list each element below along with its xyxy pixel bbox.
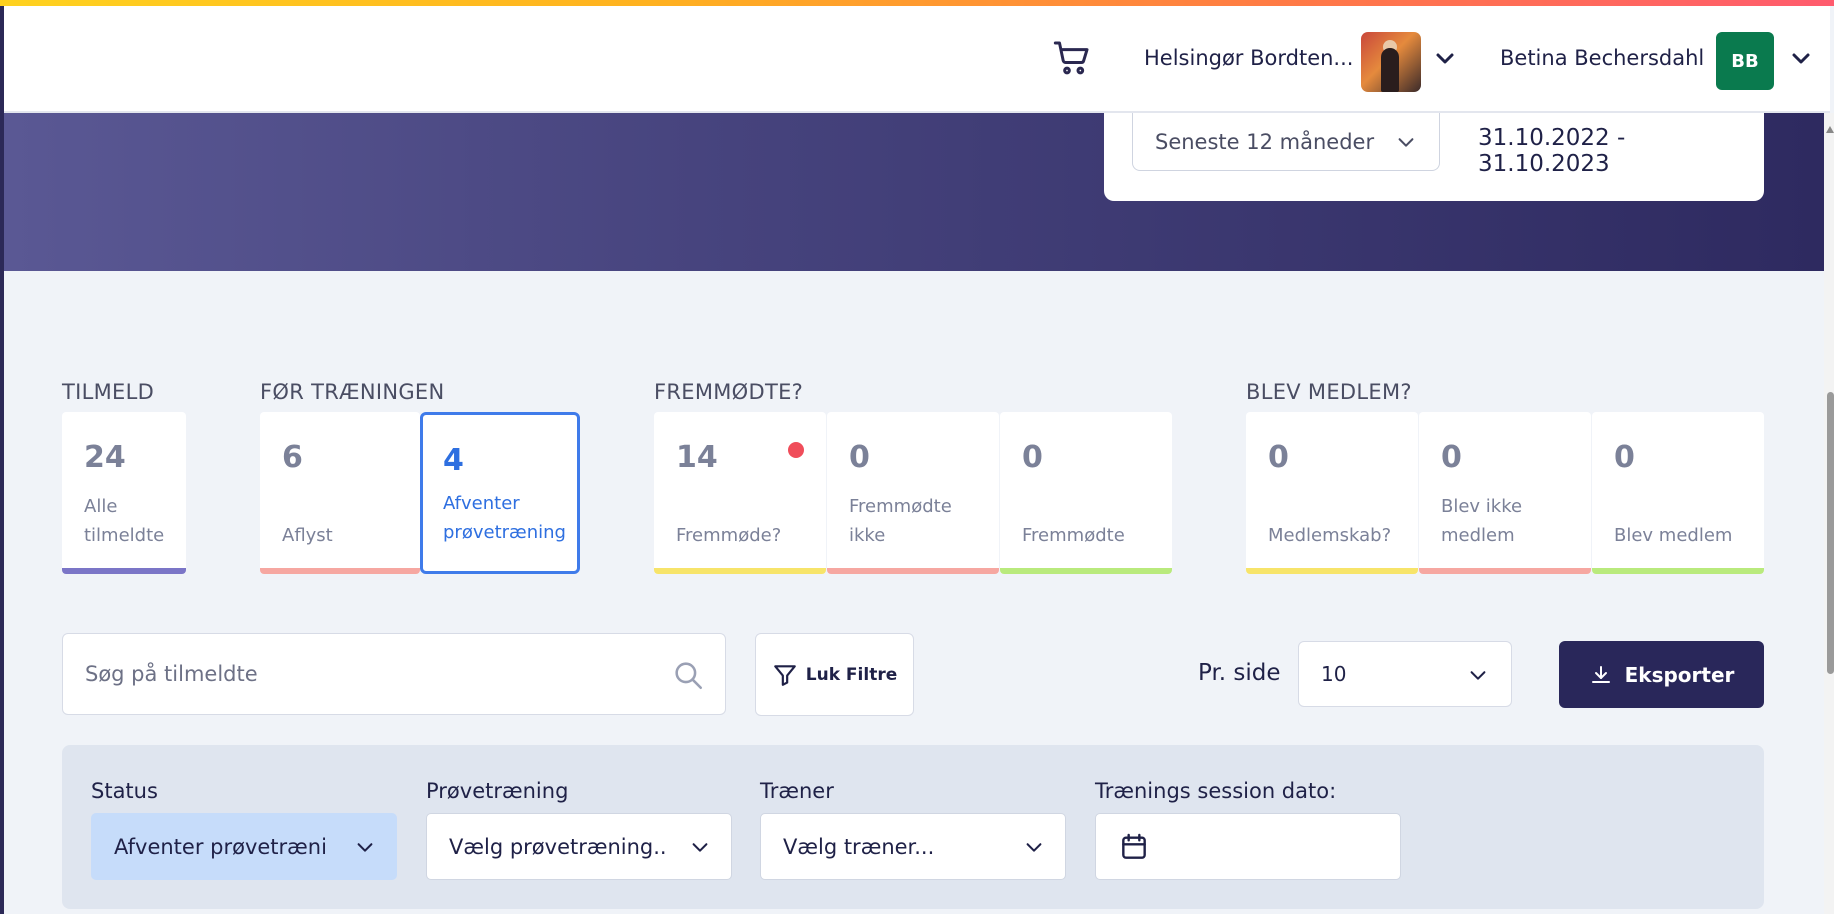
user-menu-button[interactable]	[1786, 44, 1816, 74]
stat-label: Fremmødte	[1022, 525, 1125, 546]
download-icon	[1591, 665, 1610, 683]
stat-bar	[1000, 568, 1172, 574]
stat-card-aflyst[interactable]: 6 Aflyst	[260, 412, 420, 574]
trial-select-value: Vælg prøvetræning..	[449, 834, 667, 859]
per-page-select[interactable]: 10	[1298, 641, 1512, 707]
stat-label: Medlemskab?	[1268, 525, 1392, 546]
export-button[interactable]: Eksporter	[1559, 641, 1764, 708]
filter-icon	[773, 664, 796, 686]
cart-button[interactable]	[1050, 36, 1094, 80]
filters-panel: Status Afventer prøvetræni Prøvetræning …	[62, 745, 1764, 909]
chevron-down-icon	[1398, 138, 1414, 147]
stat-value: 0	[849, 440, 870, 475]
stat-bar	[62, 568, 186, 574]
chevron-down-icon	[1470, 671, 1486, 680]
close-filters-button[interactable]: Luk Filtre	[755, 633, 914, 716]
stat-card-fremmoedte[interactable]: 0 Fremmødte	[1000, 412, 1172, 574]
scroll-up-icon[interactable]	[1826, 126, 1834, 133]
top-header: Helsingør Bordten... Betina Bechersdahl …	[4, 6, 1830, 113]
stat-label: Blev medlem	[1614, 525, 1733, 546]
chevron-down-icon	[354, 836, 376, 858]
stat-bar	[1419, 568, 1591, 574]
status-select[interactable]: Afventer prøvetræni	[91, 813, 397, 880]
stat-card-medlemskab[interactable]: 0 Medlemskab?	[1246, 412, 1418, 574]
stat-card-blev-medlem[interactable]: 0 Blev medlem	[1592, 412, 1764, 574]
stat-card-fremmoedte-ikke[interactable]: 0 Fremmødte ikke	[827, 412, 999, 574]
export-label: Eksporter	[1624, 662, 1735, 687]
status-select-value: Afventer prøvetræni	[114, 834, 327, 859]
stat-label: Aflyst	[282, 525, 333, 546]
group-label-foer-traeningen: FØR TRÆNINGEN	[260, 380, 445, 404]
notification-dot	[788, 442, 804, 458]
club-name[interactable]: Helsingør Bordten...	[1144, 46, 1353, 70]
chevron-down-icon	[689, 836, 711, 858]
date-range: 31.10.2022 - 31.10.2023	[1478, 125, 1626, 177]
stat-value: 0	[1441, 440, 1462, 475]
trainer-select-value: Vælg træner...	[783, 834, 935, 859]
status-filter-label: Status	[91, 779, 158, 803]
close-filters-label: Luk Filtre	[805, 664, 898, 685]
stat-bar	[1592, 568, 1764, 574]
search-icon	[675, 662, 703, 690]
search-input[interactable]: Søg på tilmeldte	[62, 633, 726, 715]
group-label-fremmoedte: FREMMØDTE?	[654, 380, 804, 404]
stat-bar	[654, 568, 826, 574]
trainer-select[interactable]: Vælg træner...	[760, 813, 1066, 880]
chevron-down-icon	[1023, 836, 1045, 858]
stat-bar	[827, 568, 999, 574]
stat-label: Fremmødte ikke	[849, 496, 952, 546]
stat-card-fremmoede[interactable]: 14 Fremmøde?	[654, 412, 826, 574]
group-label-tilmeld: TILMELD	[62, 380, 155, 404]
stat-card-blev-ikke-medlem[interactable]: 0 Blev ikke medlem	[1419, 412, 1591, 574]
stat-label: Fremmøde?	[676, 525, 782, 546]
chevron-down-icon	[1436, 53, 1454, 64]
club-menu-button[interactable]	[1430, 44, 1460, 74]
stat-bar	[260, 568, 420, 574]
stat-value: 4	[443, 443, 464, 478]
trial-select[interactable]: Vælg prøvetræning..	[426, 813, 732, 880]
per-page-label: Pr. side	[1198, 660, 1281, 686]
stat-value: 0	[1268, 440, 1289, 475]
club-avatar[interactable]	[1361, 32, 1421, 92]
stat-value: 0	[1614, 440, 1635, 475]
period-select[interactable]: Seneste 12 måneder	[1132, 113, 1440, 171]
stat-label: Afventer prøvetræning	[443, 493, 566, 543]
stat-value: 24	[84, 440, 126, 475]
stat-bar	[1246, 568, 1418, 574]
date-filter-card: Seneste 12 måneder 31.10.2022 - 31.10.20…	[1104, 113, 1764, 201]
stat-card-alle-tilmeldte[interactable]: 24 Alle tilmeldte	[62, 412, 186, 574]
session-date-label: Trænings session dato:	[1095, 779, 1337, 803]
user-name[interactable]: Betina Bechersdahl	[1500, 46, 1704, 70]
stat-value: 0	[1022, 440, 1043, 475]
trial-filter-label: Prøvetræning	[426, 779, 569, 803]
stat-card-afventer-proevetraening[interactable]: 4 Afventer prøvetræning	[420, 412, 580, 574]
search-placeholder: Søg på tilmeldte	[85, 662, 258, 686]
cart-icon	[1053, 41, 1089, 75]
avatar[interactable]: BB	[1716, 32, 1774, 90]
period-select-value: Seneste 12 måneder	[1155, 129, 1375, 154]
stat-label: Alle tilmeldte	[84, 496, 165, 546]
session-date-input[interactable]	[1095, 813, 1401, 880]
group-label-blev-medlem: BLEV MEDLEM?	[1246, 380, 1412, 404]
chevron-down-icon	[1792, 53, 1810, 64]
scrollbar-thumb[interactable]	[1827, 392, 1834, 674]
trainer-filter-label: Træner	[760, 779, 834, 803]
stat-value: 6	[282, 440, 303, 475]
stat-label: Blev ikke medlem	[1441, 496, 1523, 546]
calendar-icon	[1122, 833, 1146, 859]
stat-value: 14	[676, 440, 718, 475]
per-page-value: 10	[1321, 662, 1347, 686]
